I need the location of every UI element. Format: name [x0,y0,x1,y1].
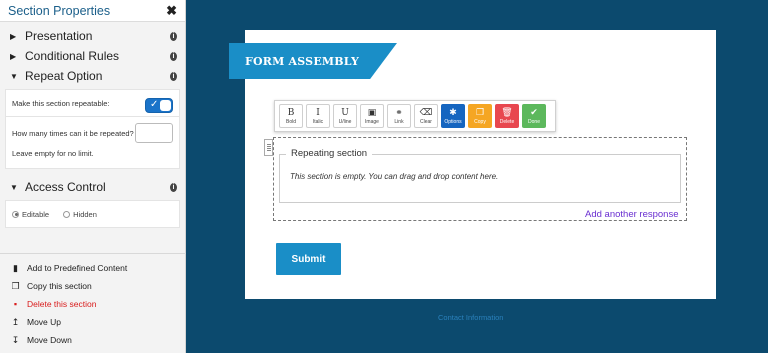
add-another-response-link[interactable]: Add another response [585,209,678,220]
arrow-up-icon: ↥ [11,316,20,327]
toolbar-button-label: Copy [474,118,486,125]
radio-hidden[interactable]: Hidden [63,210,97,219]
accordion-label: Presentation [25,29,93,43]
toolbar-link-button[interactable]: ⚭ Link [387,104,411,128]
toolbar-image-button[interactable]: ▣ Image [360,104,384,128]
section-actions: ▮ Add to Predefined Content ❐ Copy this se… [0,253,186,349]
toolbar-uline-button[interactable]: U U/line [333,104,357,128]
toolbar-button-label: Link [394,118,404,125]
submit-button[interactable]: Submit [276,243,341,275]
toolbar-copy-button[interactable]: ❐ Copy [468,104,492,128]
toolbar-bold-button[interactable]: B Bold [279,104,303,128]
repeatable-toggle[interactable]: ✓ [145,98,173,113]
radio-editable[interactable]: Editable [12,210,49,219]
uline-icon: U [341,107,349,118]
accordion-label: Access Control [25,180,106,194]
accordion-presentation[interactable]: ▶ Presentation i [0,26,185,46]
image-icon: ▣ [367,107,377,118]
copy-icon: ❐ [475,107,485,118]
move-up-button[interactable]: ↥ Move Up [0,313,186,331]
link-icon: ⚭ [395,107,403,118]
delete-section-button[interactable]: ▪ Delete this section [0,295,186,313]
info-icon[interactable]: i [170,71,177,81]
empty-section-message: This section is empty. You can drag and … [290,172,499,181]
bookmark-icon: ▮ [13,262,18,273]
toolbar-button-label: Image [365,118,379,125]
drag-handle-icon[interactable] [264,139,273,156]
contact-information-link[interactable]: Contact Information [438,313,503,322]
toolbar-italic-button[interactable]: I Italic [306,104,330,128]
copy-icon: ❐ [11,280,20,291]
repeat-count-hint: Leave empty for no limit. [12,149,94,158]
copy-section-button[interactable]: ❐ Copy this section [0,277,186,295]
toolbar-delete-button[interactable]: 🗑 Delete [495,104,519,128]
caret-right-icon: ▶ [10,51,17,61]
caret-down-icon: ▼ [10,71,18,81]
repeat-count-input[interactable] [135,123,173,143]
delete-icon: 🗑 [501,107,513,118]
properties-sidebar: Section Properties ✖ ▶ Presentation i ▶ Co… [0,0,186,353]
check-icon: ✓ [150,99,159,110]
options-icon: ✱ [449,107,457,118]
access-control-panel: Editable Hidden [5,200,180,228]
toolbar-done-button[interactable]: ✔ Done [522,104,546,128]
arrow-down-icon: ↧ [11,334,20,345]
italic-icon: I [316,107,320,118]
caret-right-icon: ▶ [10,31,17,41]
repeat-count-label: How many times can it be repeated? [12,128,134,138]
toolbar-button-label: Italic [312,118,324,125]
toolbar-options-button[interactable]: ✱ Options [441,104,465,128]
info-icon[interactable]: i [170,31,177,41]
clear-icon: ⌫ [419,107,433,118]
done-icon: ✔ [530,107,538,118]
toolbar-button-label: Options [444,118,462,125]
form-banner: FORM ASSEMBLY [229,43,397,79]
form-title: FORM ASSEMBLY [245,54,360,68]
accordion-label: Conditional Rules [25,49,120,63]
close-icon[interactable]: ✖ [166,3,177,19]
section-legend: Repeating section [286,148,373,159]
accordion-conditional-rules[interactable]: ▶ Conditional Rules i [0,46,185,66]
caret-down-icon: ▼ [10,182,18,192]
toolbar-button-label: Clear [420,118,432,125]
toolbar-button-label: Bold [285,118,296,125]
repeat-option-panel: Make this section repeatable: ✓ How many… [5,89,180,169]
editor-toolbar: B Bold I Italic U U/line ▣ Image ⚭ Link ⌫ Clear ✱ Opt… [274,100,556,132]
accordion-label: Repeat Option [25,69,103,83]
sidebar-title: Section Properties [8,3,111,18]
info-icon[interactable]: i [170,51,177,61]
toolbar-button-label: Delete [499,118,515,125]
accordion-access-control[interactable]: ▼ Access Control i [0,177,185,197]
sidebar-header: Section Properties ✖ [0,0,185,22]
move-down-button[interactable]: ↧ Move Down [0,331,186,349]
info-icon[interactable]: i [170,182,177,192]
toolbar-clear-button[interactable]: ⌫ Clear [414,104,438,128]
toolbar-button-label: U/line [338,118,352,125]
accordion-repeat-option[interactable]: ▼ Repeat Option i [0,66,185,86]
add-to-predefined-button[interactable]: ▮ Add to Predefined Content [0,259,186,277]
bold-icon: B [287,107,295,118]
trash-icon: ▪ [13,299,18,309]
toolbar-button-label: Done [528,118,540,125]
